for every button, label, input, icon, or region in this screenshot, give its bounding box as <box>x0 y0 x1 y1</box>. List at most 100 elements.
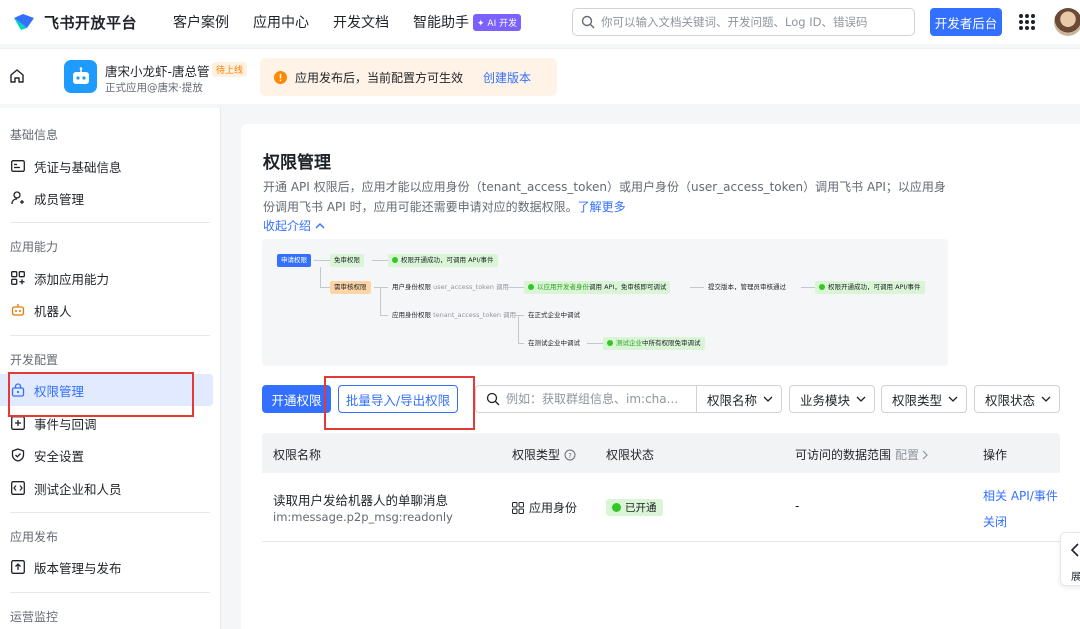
sidebar-item-label: 成员管理 <box>34 191 85 207</box>
avatar[interactable] <box>1054 8 1080 36</box>
feishu-logo-icon <box>14 14 34 30</box>
enable-permission-button[interactable]: 开通权限 <box>262 385 331 413</box>
help-icon[interactable]: ? <box>564 449 576 461</box>
flow-test-result: 测试企业中所有权限免审调试 <box>603 337 705 350</box>
flow-review: 需审核权限 <box>330 281 371 294</box>
logo-text: 飞书开放平台 <box>44 13 138 32</box>
filter-permission-status[interactable]: 权限状态 <box>974 385 1060 413</box>
collapse-intro-toggle[interactable]: 收起介绍 <box>263 217 325 234</box>
table-row: 读取用户发给机器人的单聊消息 im:message.p2p_msg:readon… <box>262 473 1060 542</box>
configure-range-link[interactable]: 配置 <box>895 446 919 463</box>
column-header-name: 权限名称 <box>273 448 322 462</box>
flow-line <box>372 260 388 261</box>
permission-code: im:message.p2p_msg:readonly <box>273 510 453 524</box>
sidebar-divider <box>10 592 210 593</box>
developer-console-button[interactable]: 开发者后台 <box>930 8 1002 36</box>
robot-icon <box>10 302 26 318</box>
flow-line <box>587 343 603 344</box>
sidebar-item-label: 安全设置 <box>34 448 85 464</box>
flow-free-result: 权限开通成功，可调用 API/事件 <box>388 254 498 267</box>
flow-user-perm: 用户身份权限 user_access_token 调用 <box>388 281 513 294</box>
chevron-down-icon <box>948 396 958 402</box>
flow-line <box>504 287 524 288</box>
learn-more-link[interactable]: 了解更多 <box>578 200 626 214</box>
doc-search-box[interactable] <box>572 8 915 36</box>
flow-line <box>320 267 321 287</box>
flow-final-result-text: 权限开通成功，可调用 API/事件 <box>828 283 921 291</box>
related-api-link[interactable]: 相关 API/事件 <box>983 487 1058 504</box>
ai-badge-label: AI 开发 <box>487 18 518 29</box>
flow-line <box>314 260 330 261</box>
filter-permission-type[interactable]: 权限类型 <box>881 385 967 413</box>
upload-icon <box>10 559 26 575</box>
table-header: 权限名称 权限类型 ? 权限状态 可访问的数据范围 配置 操作 <box>262 433 1060 473</box>
filter-permission-name[interactable]: 权限名称 <box>697 385 782 413</box>
chevron-right-icon <box>922 450 928 459</box>
flow-app-perm-label: 应用身份权限 <box>392 311 431 319</box>
column-header-range: 可访问的数据范围 配置 <box>795 446 929 463</box>
chevron-up-icon <box>315 223 325 229</box>
shield-icon <box>10 447 26 463</box>
sidebar-item-members[interactable]: 成员管理 <box>0 182 213 214</box>
check-icon <box>612 503 621 512</box>
create-version-link[interactable]: 创建版本 <box>483 69 531 86</box>
app-grid-icon[interactable] <box>1019 14 1035 30</box>
app-name: 唐宋小龙虾-唐总管 <box>105 64 210 79</box>
flow-apply: 申请权限 <box>277 254 311 267</box>
chevron-down-icon <box>763 396 773 402</box>
flow-user-result-b: 调用 API，免审核即可调试 <box>589 283 667 291</box>
column-header-type-label: 权限类型 <box>512 448 561 462</box>
sidebar-item-label: 版本管理与发布 <box>34 560 122 576</box>
app-robot-icon <box>64 60 97 93</box>
nav-customer-cases[interactable]: 客户案例 <box>173 12 229 32</box>
chevron-down-icon <box>856 396 866 402</box>
sidebar-item-label: 机器人 <box>34 303 72 319</box>
sidebar-item-security[interactable]: 安全设置 <box>0 439 213 471</box>
chevron-left-icon <box>1070 543 1079 557</box>
permission-type-label: 应用身份 <box>529 501 578 515</box>
sidebar-item-label: 测试企业和人员 <box>34 481 122 497</box>
flow-user-result-a: 以应用开发者身份 <box>537 283 589 291</box>
doc-search-input[interactable] <box>601 15 901 29</box>
sidebar-item-versions[interactable]: 版本管理与发布 <box>0 551 213 583</box>
column-header-actions: 操作 <box>983 448 1008 462</box>
app-header: 唐宋小龙虾-唐总管 待上线 正式应用@唐宋·提放 应用发布后，当前配置方可生效 … <box>0 48 1080 104</box>
sidebar-item-test-tenants[interactable]: 测试企业和人员 <box>0 472 213 504</box>
close-permission-link[interactable]: 关闭 <box>983 513 1007 530</box>
svg-text:?: ? <box>568 452 572 460</box>
flow-final-result: 权限开通成功，可调用 API/事件 <box>815 281 925 294</box>
permission-search-input[interactable] <box>506 392 691 406</box>
code-icon <box>10 480 26 496</box>
sidebar-item-add-capability[interactable]: 添加应用能力 <box>0 262 213 294</box>
sidebar-item-label: 凭证与基础信息 <box>34 159 122 175</box>
add-app-icon <box>10 270 26 286</box>
flow-line <box>374 287 388 288</box>
status-badge: 已开通 <box>606 499 663 516</box>
flow-tenant-token: tenant_access_token 调用 <box>433 311 517 319</box>
nav-ai-assistant[interactable]: 智能助手 ✦ AI 开发 <box>413 12 522 32</box>
search-icon <box>486 392 500 406</box>
flow-line <box>380 287 381 315</box>
flow-free-result-text: 权限开通成功，可调用 API/事件 <box>401 256 494 264</box>
nav-app-center[interactable]: 应用中心 <box>253 12 309 32</box>
filter-business-module[interactable]: 业务模块 <box>789 385 875 413</box>
home-icon[interactable] <box>9 68 25 84</box>
expand-label: 展 <box>1071 572 1080 583</box>
permission-name: 读取用户发给机器人的单聊消息 <box>273 493 449 508</box>
chevron-down-icon <box>1041 396 1051 402</box>
flow-line <box>320 287 330 288</box>
logo[interactable]: 飞书开放平台 <box>12 12 137 33</box>
permission-type: 应用身份 <box>512 499 577 516</box>
sidebar-item-bot[interactable]: 机器人 <box>0 294 213 326</box>
main-nav: 客户案例 应用中心 开发文档 智能助手 ✦ AI 开发 <box>173 12 545 32</box>
sidebar-highlight-box <box>8 372 194 417</box>
nav-dev-docs[interactable]: 开发文档 <box>333 12 389 32</box>
collapse-label: 收起介绍 <box>263 219 312 233</box>
credential-icon <box>10 158 26 174</box>
sidebar-item-credentials[interactable]: 凭证与基础信息 <box>0 150 213 182</box>
app-identity-icon <box>512 501 524 514</box>
permission-search-box[interactable] <box>475 385 697 413</box>
expand-side-tab[interactable]: 展 <box>1060 532 1080 586</box>
notice-text: 应用发布后，当前配置方可生效 <box>295 70 464 85</box>
flow-user-perm-label: 用户身份权限 <box>392 283 431 291</box>
